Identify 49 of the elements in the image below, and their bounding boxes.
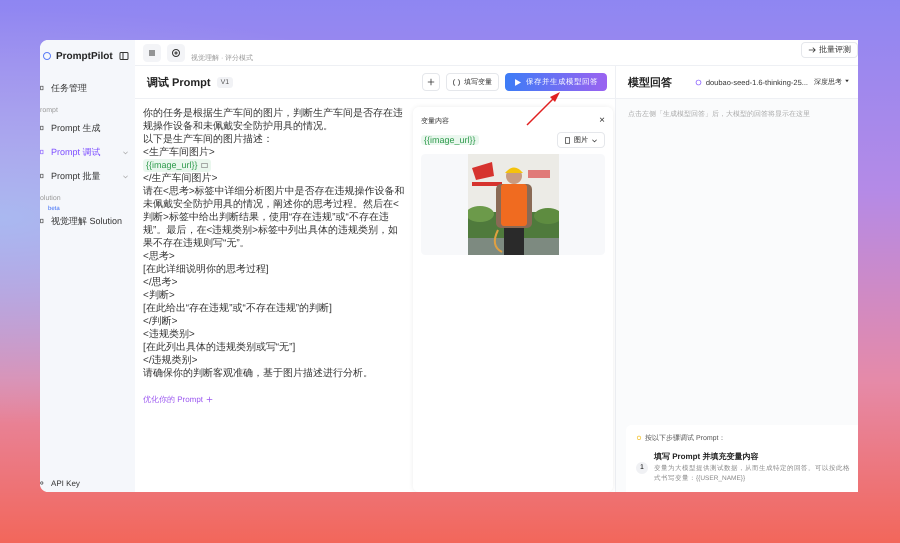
prompt-line: [在此列出具体的违规类别或写“无”] (143, 341, 296, 354)
optimize-prompt-link[interactable]: 优化你的 Prompt (143, 394, 407, 405)
prompt-line: <判断> (143, 289, 176, 302)
chevron-down-icon (591, 136, 598, 144)
prompt-line: 以下是生产车间的图片描述： (143, 133, 274, 146)
sidebar-item[interactable]: Prompt 生成 (40, 116, 135, 140)
menu-item-icon (40, 83, 46, 93)
sidebar-item[interactable]: Prompt 调试 (40, 140, 135, 164)
file-icon (564, 136, 571, 144)
image-icon (200, 162, 208, 169)
settings-button[interactable] (167, 44, 185, 62)
prompt-line: [在此给出“存在违规”或“不存在违规”的判断] (143, 302, 333, 315)
menu-icon (147, 48, 157, 58)
menu-item-icon (40, 123, 46, 133)
api-key-link[interactable]: API Key (40, 478, 135, 488)
sidebar-toggle-icon (119, 51, 129, 61)
model-icon (694, 78, 702, 86)
prompt-line: </违规类别> (143, 354, 198, 367)
step-title: 填写 Prompt 并填充变量内容 (654, 451, 760, 462)
arrow-right-icon (808, 46, 816, 54)
prompt-line: [在此详细说明你的思考过程] (143, 263, 270, 276)
menu-button[interactable] (143, 44, 161, 62)
sidebar-item[interactable]: 视觉理解 Solution (40, 213, 135, 229)
variable-tag: {{image_url}} (421, 135, 479, 145)
panel-title: 调试 Prompt (147, 76, 211, 90)
settings-icon (171, 48, 181, 58)
prompt-line: <违规类别> (143, 328, 196, 341)
play-icon (514, 78, 521, 86)
prompt-line: </生产车间图片> (143, 172, 218, 185)
menu-item-icon (40, 216, 46, 226)
prompt-line: <思考> (143, 250, 176, 263)
prompt-line: </判断> (143, 315, 178, 328)
prompt-line: 请确保你的判断客观准确，基于图片描述进行分析。 (143, 367, 374, 380)
menu-item-icon (40, 171, 46, 181)
caret-icon (844, 78, 850, 84)
close-button[interactable]: × (599, 115, 605, 126)
prompt-line: 你的任务是根据生产车间的图片，判断生产车间是否存在违规操作设备和未佩戴安全防护用具的情况。 (143, 107, 404, 133)
prompt-line: <生产车间图片> (143, 146, 216, 159)
optimize-button[interactable] (422, 73, 440, 91)
prompt-line: </思考> (143, 276, 178, 289)
braces-icon (453, 78, 460, 86)
prompt-line: 请在<思考>标签中详细分析图片中是否存在违规操作设备和未佩戴安全防护用具的情况，阐述你的思考过程。然后在<判断>标签中给出判断结果，使用“存在违规”或“不存在违规”。最后，在<违规类别>标签中列出具体的违规类别，如果不存在违规则写“无”。 (143, 185, 406, 250)
menu-item-icon (40, 147, 46, 157)
logo-icon (42, 51, 52, 61)
app-logo: PromptPilot (56, 50, 114, 62)
panel-title: 模型回答 (628, 76, 672, 90)
sidebar-item[interactable]: 任务管理 (40, 76, 135, 100)
sidebar-item[interactable]: Prompt 批量 (40, 164, 135, 188)
batch-eval-button[interactable]: 批量评测 (801, 42, 858, 58)
